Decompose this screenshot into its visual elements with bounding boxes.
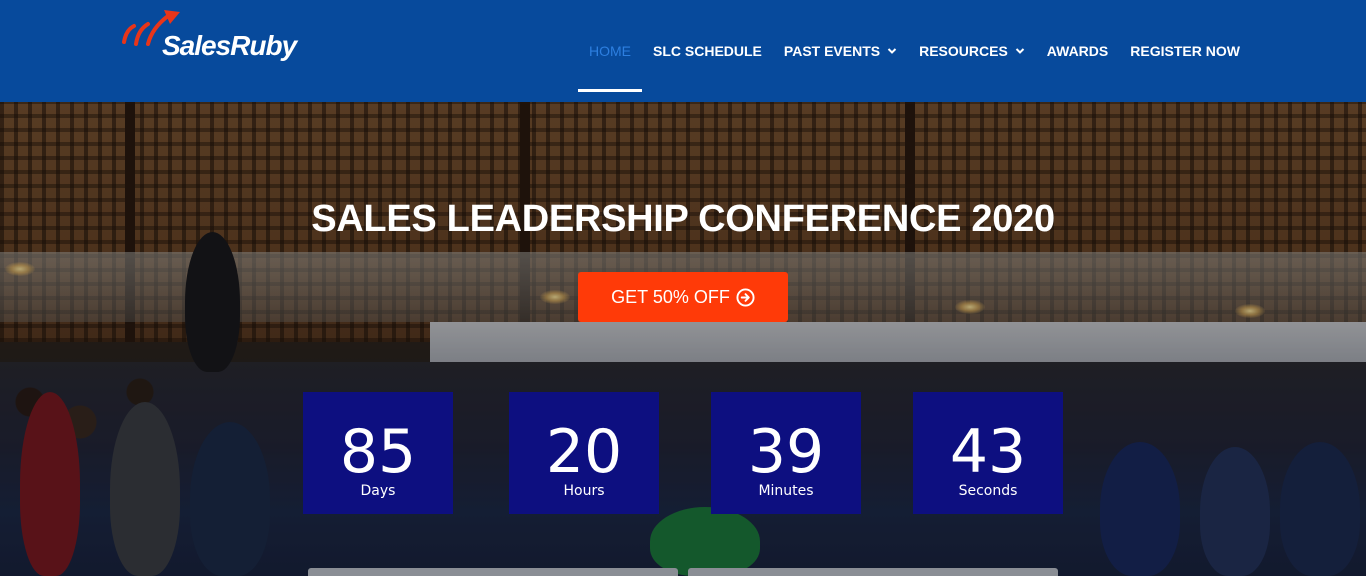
page-title: SALES LEADERSHIP CONFERENCE 2020 (311, 198, 1055, 240)
hero-overlay (0, 102, 1366, 576)
countdown-seconds-label: Seconds (958, 483, 1018, 499)
countdown-minutes-value: 39 (747, 417, 825, 487)
nav-slc-schedule[interactable]: SLC SCHEDULE (642, 0, 773, 102)
countdown-seconds: 43 Seconds (913, 392, 1063, 514)
nav-register-now-label: REGISTER NOW (1130, 43, 1240, 59)
chevron-down-icon (887, 48, 897, 54)
nav-slc-schedule-label: SLC SCHEDULE (653, 43, 762, 59)
site-header: SalesRuby HOME SLC SCHEDULE PAST EVENTS … (0, 0, 1366, 102)
countdown-hours-value: 20 (545, 417, 623, 487)
nav-past-events[interactable]: PAST EVENTS (773, 0, 908, 102)
nav-home-label: HOME (589, 43, 631, 59)
countdown-days-value: 85 (339, 417, 417, 487)
chevron-down-icon (1015, 48, 1025, 54)
circle-arrow-right-icon (736, 287, 755, 307)
nav-past-events-label: PAST EVENTS (783, 43, 881, 59)
main-nav: HOME SLC SCHEDULE PAST EVENTS RESOURCES … (578, 0, 1251, 102)
nav-register-now[interactable]: REGISTER NOW (1119, 0, 1251, 102)
countdown-minutes: 39 Minutes (711, 392, 861, 514)
countdown-seconds-value: 43 (949, 417, 1027, 487)
countdown-hours-label: Hours (563, 483, 605, 499)
nav-resources[interactable]: RESOURCES (908, 0, 1036, 102)
logo-text: SalesRuby (162, 30, 297, 61)
countdown-days: 85 Days (303, 392, 453, 514)
section-tab[interactable] (688, 568, 1058, 576)
section-tab[interactable] (308, 568, 678, 576)
nav-awards-label: AWARDS (1046, 43, 1109, 59)
hero-background-image (0, 102, 1366, 576)
countdown-days-label: Days (360, 483, 396, 499)
countdown-minutes-label: Minutes (758, 483, 814, 499)
nav-home[interactable]: HOME (578, 0, 642, 102)
get-discount-label: GET 50% OFF (611, 286, 730, 307)
nav-resources-label: RESOURCES (919, 43, 1008, 59)
get-discount-button[interactable]: GET 50% OFF (578, 272, 788, 322)
nav-awards[interactable]: AWARDS (1036, 0, 1119, 102)
countdown-hours: 20 Hours (509, 392, 659, 514)
salesruby-logo[interactable]: SalesRuby (120, 8, 300, 64)
